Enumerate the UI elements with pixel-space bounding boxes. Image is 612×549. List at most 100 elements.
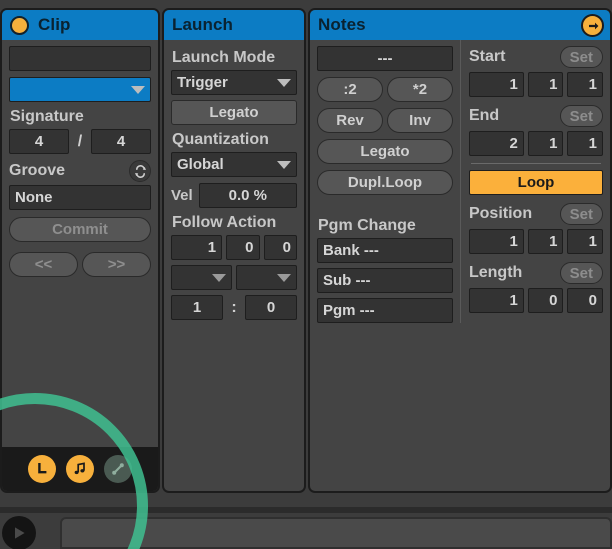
program-selector[interactable]: Pgm ---	[317, 298, 453, 323]
play-icon[interactable]	[2, 516, 36, 549]
pgm-change-label: Pgm Change	[318, 217, 416, 234]
length-label: Length	[468, 264, 523, 281]
note-transform-row: Rev Inv	[317, 108, 453, 133]
signature-row: 4 / 4	[9, 129, 151, 154]
follow-action-chance-row: 1 : 0	[171, 295, 297, 320]
position-set-button[interactable]: Set	[559, 203, 603, 225]
launch-panel: Launch Launch Mode Trigger Legato Quanti…	[162, 8, 306, 493]
chevron-down-icon	[212, 273, 226, 282]
chevron-down-icon	[131, 85, 145, 94]
end-beats-input[interactable]: 1	[527, 131, 564, 156]
follow-action-a-selector[interactable]	[171, 265, 232, 290]
quantization-selector[interactable]: Global	[171, 152, 297, 177]
follow-action-label: Follow Action	[172, 214, 277, 231]
envelopes-icon[interactable]	[104, 455, 132, 483]
length-set-button[interactable]: Set	[559, 262, 603, 284]
launch-mode-label: Launch Mode	[172, 49, 276, 66]
arrow-right-icon[interactable]	[581, 14, 604, 37]
bank-selector[interactable]: Bank ---	[317, 238, 453, 263]
groove-selector[interactable]: None	[9, 185, 151, 210]
signature-numerator-input[interactable]: 4	[9, 129, 69, 154]
launch-panel-title: Launch	[172, 15, 234, 34]
position-time-row: 1 1 1	[468, 229, 603, 254]
invert-button[interactable]: Inv	[387, 108, 453, 133]
start-bars-input[interactable]: 1	[468, 72, 524, 97]
length-beats-input[interactable]: 0	[527, 288, 564, 313]
start-header-row: Start Set	[469, 46, 603, 68]
duplicate-loop-button[interactable]: Dupl.Loop	[317, 170, 453, 195]
double-button[interactable]: *2	[387, 77, 453, 102]
clip-panel: Clip Signature 4 / 4 Groove None Commit …	[0, 8, 160, 493]
bottom-divider	[0, 507, 612, 513]
length-bars-input[interactable]: 1	[468, 288, 524, 313]
position-label: Position	[468, 205, 533, 222]
groove-nudge-row: << >>	[9, 252, 151, 277]
clip-color-chooser[interactable]	[9, 77, 151, 102]
groove-header-row: Groove	[9, 160, 151, 182]
clip-name-input[interactable]	[9, 46, 151, 71]
end-bars-input[interactable]: 2	[468, 131, 524, 156]
end-header-row: End Set	[469, 105, 603, 127]
end-sixteenths-input[interactable]: 1	[567, 131, 603, 156]
launch-icon[interactable]	[28, 455, 56, 483]
divider	[470, 163, 601, 164]
follow-action-b-selector[interactable]	[236, 265, 297, 290]
notes-columns: --- :2 *2 Rev Inv Legato Dupl.Loop Pgm C…	[310, 40, 610, 323]
groove-label: Groove	[9, 162, 66, 179]
launch-panel-body: Launch Mode Trigger Legato Quantization …	[164, 40, 304, 320]
velocity-amount-input[interactable]: 0.0 %	[198, 183, 297, 208]
notes-legato-button[interactable]: Legato	[317, 139, 453, 164]
end-label: End	[468, 107, 500, 124]
commit-button[interactable]: Commit	[9, 217, 151, 242]
follow-action-type-row	[171, 265, 297, 290]
notes-tools-column: --- :2 *2 Rev Inv Legato Dupl.Loop Pgm C…	[310, 40, 460, 323]
chevron-down-icon	[277, 273, 291, 282]
signature-label: Signature	[10, 108, 84, 125]
length-header-row: Length Set	[469, 262, 603, 284]
clip-position-column: Start Set 1 1 1 End Set 2 1 1 Loop Posit…	[459, 40, 610, 323]
start-time-row: 1 1 1	[468, 72, 603, 97]
clip-color-dot-icon[interactable]	[10, 15, 29, 35]
follow-action-bars-input[interactable]: 1	[171, 235, 223, 260]
clip-panel-header: Clip	[2, 10, 158, 40]
follow-action-chance-b-input[interactable]: 0	[245, 295, 297, 320]
groove-prev-button[interactable]: <<	[9, 252, 78, 277]
chevron-down-icon	[277, 78, 291, 87]
velocity-row: Vel 0.0 %	[171, 183, 297, 208]
start-set-button[interactable]: Set	[559, 46, 603, 68]
signature-denominator-input[interactable]: 4	[91, 129, 151, 154]
start-beats-input[interactable]: 1	[527, 72, 564, 97]
launch-mode-value: Trigger	[177, 74, 228, 91]
legato-button[interactable]: Legato	[171, 100, 297, 125]
start-label: Start	[468, 48, 506, 65]
launch-mode-selector[interactable]: Trigger	[171, 70, 297, 95]
start-sixteenths-input[interactable]: 1	[567, 72, 603, 97]
velocity-label: Vel	[171, 186, 193, 204]
end-set-button[interactable]: Set	[559, 105, 603, 127]
quantization-label: Quantization	[172, 131, 269, 148]
loop-toggle-button[interactable]: Loop	[468, 170, 603, 195]
position-bars-input[interactable]: 1	[468, 229, 524, 254]
bottom-status-field[interactable]	[60, 517, 612, 549]
sub-bank-selector[interactable]: Sub ---	[317, 268, 453, 293]
quantization-value: Global	[177, 156, 224, 173]
follow-action-chance-a-input[interactable]: 1	[171, 295, 223, 320]
scale-display[interactable]: ---	[317, 46, 453, 71]
reverse-button[interactable]: Rev	[317, 108, 383, 133]
follow-action-sixteenths-input[interactable]: 0	[263, 235, 297, 260]
chevron-down-icon	[277, 160, 291, 169]
groove-next-button[interactable]: >>	[82, 252, 151, 277]
notes-panel-header: Notes	[310, 10, 610, 40]
refresh-icon[interactable]	[129, 160, 151, 182]
position-sixteenths-input[interactable]: 1	[567, 229, 603, 254]
halve-button[interactable]: :2	[317, 77, 383, 102]
notes-icon[interactable]	[66, 455, 94, 483]
clip-view-selector-strip	[2, 447, 158, 491]
clip-panel-body: Signature 4 / 4 Groove None Commit << >>	[2, 40, 158, 277]
launch-panel-header: Launch	[164, 10, 304, 40]
clip-panel-title: Clip	[38, 15, 71, 34]
follow-action-beats-input[interactable]: 0	[226, 235, 260, 260]
follow-action-chance-separator: :	[231, 298, 237, 316]
position-beats-input[interactable]: 1	[527, 229, 564, 254]
length-sixteenths-input[interactable]: 0	[567, 288, 603, 313]
